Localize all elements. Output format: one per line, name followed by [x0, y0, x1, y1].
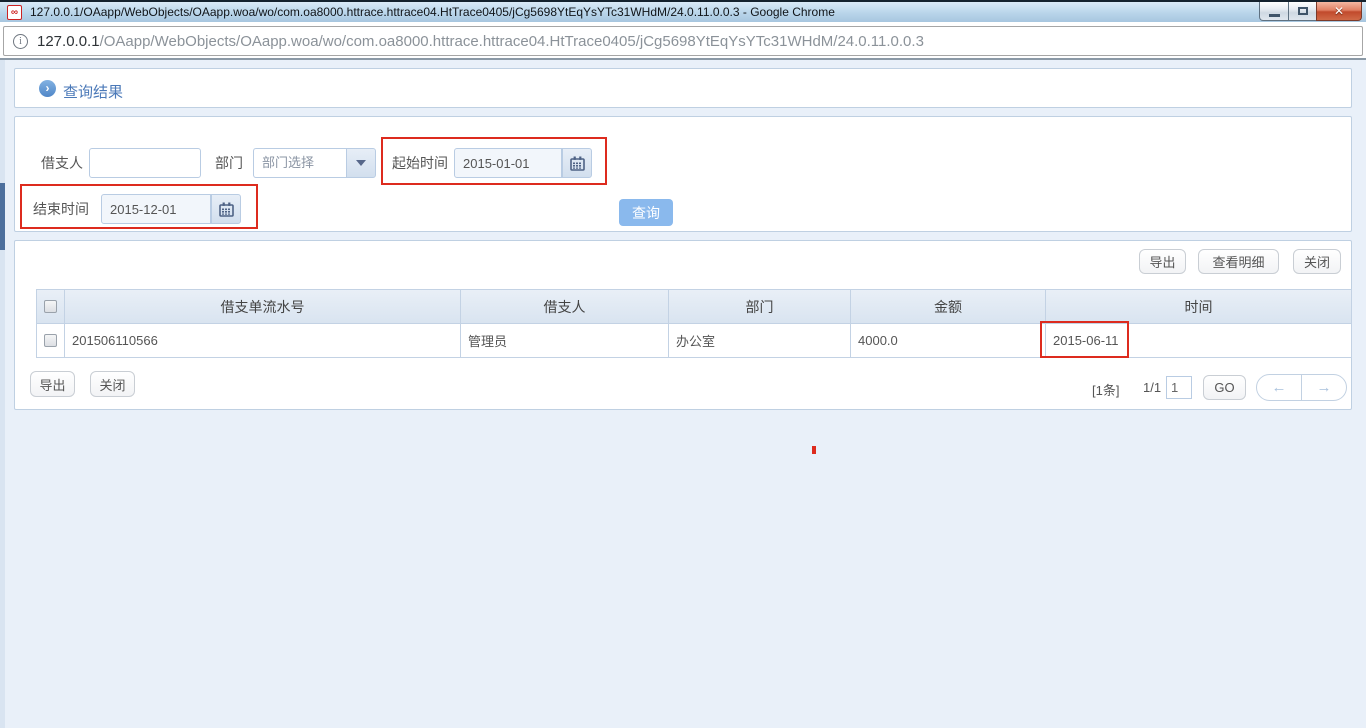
chevron-circle-icon: › — [39, 80, 56, 97]
prev-page-button[interactable]: ← — [1257, 375, 1301, 400]
export-button-bottom[interactable]: 导出 — [30, 371, 75, 397]
close-icon: ✕ — [1334, 3, 1344, 20]
col-amount: 金额 — [851, 290, 1046, 323]
cell-date: 2015-06-11 — [1046, 324, 1351, 357]
end-date-input[interactable] — [101, 194, 211, 224]
app-favicon-icon: ∞ — [7, 5, 22, 20]
url-path: /OAapp/WebObjects/OAapp.woa/wo/com.oa800… — [100, 33, 924, 50]
minimize-button[interactable] — [1259, 2, 1289, 21]
cell-serial: 201506110566 — [65, 324, 461, 357]
page-info-icon[interactable]: i — [13, 34, 28, 49]
start-date-input[interactable] — [454, 148, 562, 178]
select-all-checkbox[interactable] — [44, 300, 57, 313]
cell-department: 办公室 — [669, 324, 851, 357]
results-table: 借支单流水号 借支人 部门 金额 时间 201506110566 管理员 办公室… — [36, 289, 1352, 358]
maximize-button[interactable] — [1288, 2, 1317, 21]
col-borrower: 借支人 — [461, 290, 669, 323]
close-window-button[interactable]: ✕ — [1316, 2, 1362, 21]
window-titlebar[interactable]: ∞ 127.0.0.1/OAapp/WebObjects/OAapp.woa/w… — [0, 0, 1366, 22]
calendar-icon — [570, 156, 585, 171]
export-button-top[interactable]: 导出 — [1139, 249, 1186, 274]
department-select[interactable]: 部门选择 — [253, 148, 346, 178]
end-date-calendar-button[interactable] — [211, 194, 241, 224]
end-date-label: 结束时间 — [33, 194, 89, 224]
borrower-input[interactable] — [89, 148, 201, 178]
result-header-panel: › 查询结果 — [14, 68, 1352, 108]
minimize-icon — [1269, 14, 1280, 17]
cell-borrower: 管理员 — [461, 324, 669, 357]
department-dropdown-button[interactable] — [346, 148, 376, 178]
next-page-button[interactable]: → — [1301, 375, 1346, 400]
pager-arrows: ← → — [1256, 374, 1347, 401]
close-button-bottom[interactable]: 关闭 — [90, 371, 135, 397]
close-button-top[interactable]: 关闭 — [1293, 249, 1341, 274]
start-date-label: 起始时间 — [392, 148, 448, 178]
go-button[interactable]: GO — [1203, 375, 1246, 400]
row-checkbox[interactable] — [44, 334, 57, 347]
record-count: [1条] — [1092, 380, 1119, 399]
caret-down-icon — [356, 160, 366, 166]
col-department: 部门 — [669, 290, 851, 323]
search-form-panel: 借支人 部门 部门选择 起始时间 结束时间 — [14, 116, 1352, 232]
department-label: 部门 — [215, 148, 243, 178]
url-host: 127.0.0.1 — [37, 33, 100, 50]
select-all-cell — [37, 290, 65, 323]
page-title: 查询结果 — [63, 81, 123, 102]
start-date-calendar-button[interactable] — [562, 148, 592, 178]
url-bar[interactable]: i 127.0.0.1/OAapp/WebObjects/OAapp.woa/w… — [3, 26, 1363, 56]
col-serial: 借支单流水号 — [65, 290, 461, 323]
col-date: 时间 — [1046, 290, 1351, 323]
maximize-icon — [1298, 7, 1308, 15]
window-title: 127.0.0.1/OAapp/WebObjects/OAapp.woa/wo/… — [30, 2, 835, 22]
page-number-input[interactable] — [1166, 376, 1192, 399]
table-row[interactable]: 201506110566 管理员 办公室 4000.0 2015-06-11 — [37, 323, 1351, 357]
row-select-cell — [37, 324, 65, 357]
browser-addressbar: i 127.0.0.1/OAapp/WebObjects/OAapp.woa/w… — [0, 22, 1366, 60]
table-header-row: 借支单流水号 借支人 部门 金额 时间 — [37, 290, 1351, 323]
search-button[interactable]: 查询 — [619, 199, 673, 226]
browser-window: { "window": { "title": "127.0.0.1/OAapp/… — [0, 0, 1366, 728]
borrower-label: 借支人 — [41, 148, 83, 178]
view-detail-button[interactable]: 查看明细 — [1198, 249, 1279, 274]
calendar-icon — [219, 202, 234, 217]
page-indicator: 1/1 — [1143, 380, 1161, 395]
cell-amount: 4000.0 — [851, 324, 1046, 357]
left-scrollbar-thumb[interactable] — [0, 183, 5, 250]
window-controls: ✕ — [1259, 2, 1362, 21]
left-scrollbar-track[interactable] — [0, 60, 5, 728]
